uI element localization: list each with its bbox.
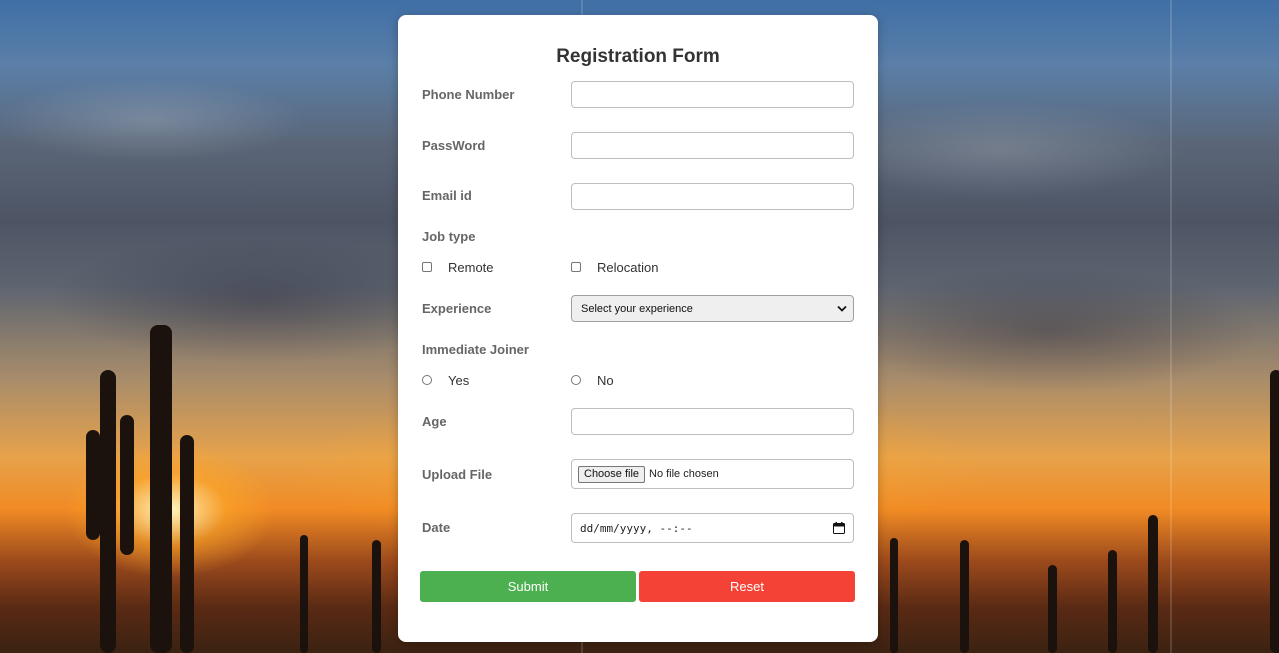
calendar-icon[interactable]	[833, 522, 845, 534]
registration-form: Registration Form Phone Number PassWord …	[398, 15, 878, 642]
email-label: Email id	[422, 188, 472, 203]
cactus-silhouette	[86, 430, 100, 540]
cactus-silhouette	[300, 535, 308, 653]
cactus-silhouette	[890, 538, 898, 653]
chevron-down-icon	[837, 305, 847, 312]
email-input[interactable]	[571, 183, 854, 210]
background-seam	[1170, 0, 1172, 653]
joiner-yes-label: Yes	[448, 373, 470, 388]
remote-label: Remote	[448, 260, 494, 275]
age-label: Age	[422, 414, 447, 429]
cactus-silhouette	[960, 540, 969, 653]
choose-file-button[interactable]: Choose file	[578, 466, 646, 483]
job-type-label: Job type	[422, 229, 476, 244]
reset-button[interactable]: Reset	[639, 571, 855, 602]
immediate-joiner-label: Immediate Joiner	[422, 342, 529, 357]
age-input[interactable]	[571, 408, 854, 435]
experience-label: Experience	[422, 301, 492, 316]
cactus-silhouette	[100, 370, 116, 653]
remote-checkbox[interactable]	[422, 262, 432, 272]
relocation-checkbox[interactable]	[571, 262, 581, 272]
file-status: No file chosen	[649, 468, 719, 480]
joiner-no-label: No	[597, 373, 614, 388]
cactus-silhouette	[372, 540, 381, 653]
relocation-label: Relocation	[597, 260, 659, 275]
cactus-silhouette	[1048, 565, 1057, 653]
date-label: Date	[422, 520, 451, 535]
date-placeholder: dd/mm/yyyy, --:--	[580, 522, 693, 535]
submit-button[interactable]: Submit	[420, 571, 636, 602]
cactus-silhouette	[120, 415, 134, 555]
file-input[interactable]: Choose file No file chosen	[571, 459, 854, 489]
experience-selected-value: Select your experience	[581, 303, 693, 315]
password-input[interactable]	[571, 132, 854, 159]
cactus-silhouette	[1108, 550, 1117, 653]
cactus-silhouette	[1270, 370, 1279, 653]
joiner-no-radio[interactable]	[571, 375, 581, 385]
phone-label: Phone Number	[422, 87, 515, 102]
phone-input[interactable]	[571, 81, 854, 108]
upload-label: Upload File	[422, 467, 493, 482]
joiner-yes-radio[interactable]	[422, 375, 432, 385]
cactus-silhouette	[150, 325, 172, 653]
cactus-silhouette	[1148, 515, 1158, 653]
experience-select[interactable]: Select your experience	[571, 295, 854, 322]
date-input[interactable]: dd/mm/yyyy, --:--	[571, 513, 854, 543]
password-label: PassWord	[422, 138, 486, 153]
cactus-silhouette	[180, 435, 194, 653]
form-title: Registration Form	[556, 46, 720, 67]
